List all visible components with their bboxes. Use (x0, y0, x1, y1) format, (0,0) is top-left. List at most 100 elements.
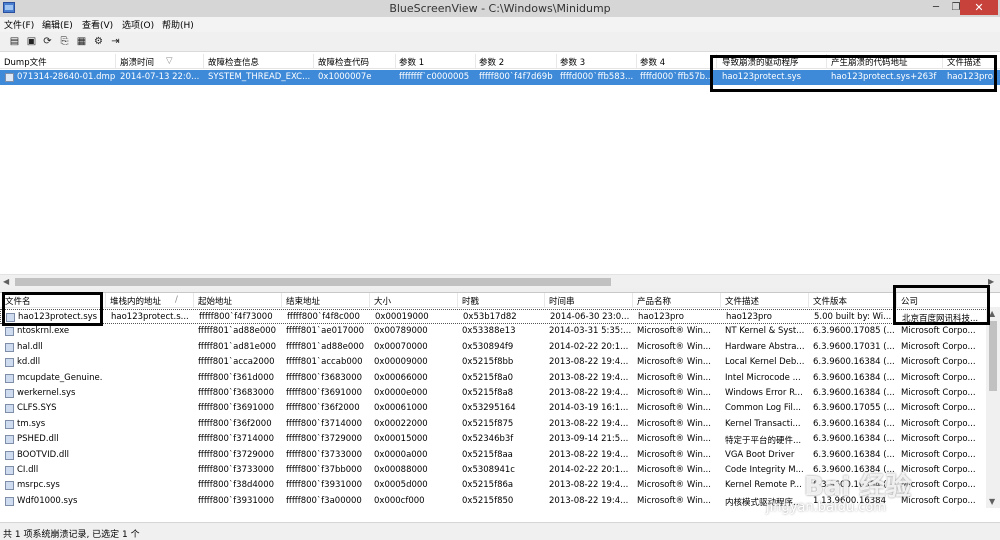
driver-filename: hao123protect.sys (18, 312, 98, 322)
time-stamp: 0x52346b3f (462, 434, 514, 445)
from-address: fffff801`ad81e000 (198, 341, 277, 352)
column-header-time-stamp[interactable]: 时戳 (462, 295, 546, 307)
driver-file-icon (6, 313, 15, 322)
table-row[interactable]: werkernel.sys fffff800`f3683000 fffff800`f… (0, 386, 1000, 401)
column-header-filename[interactable]: 文件名 (5, 295, 100, 307)
file-description: Intel Microcode ... (725, 372, 801, 383)
driver-filename: PSHED.dll (17, 434, 59, 445)
scrollbar-thumb[interactable] (989, 321, 997, 391)
crash-time: 2014-07-13 22:0... (120, 72, 200, 82)
column-header-bug-check-string[interactable]: 故障检查信息 (208, 56, 308, 68)
driver-filename: CLFS.SYS (17, 403, 57, 414)
menu-file[interactable]: 文件(F) (4, 18, 34, 31)
column-header-product-name[interactable]: 产品名称 (637, 295, 721, 307)
to-address: fffff800`f3733000 (286, 449, 363, 460)
table-row[interactable]: hal.dll fffff801`ad81e000 fffff801`ad88e00… (0, 340, 1000, 355)
company: Microsoft Corpo... (901, 434, 976, 445)
table-row[interactable]: tm.sys fffff800`f36f2000 fffff800`f3714000… (0, 417, 1000, 432)
table-row[interactable]: BOOTVID.dll fffff800`f3729000 fffff800`f37… (0, 448, 1000, 463)
column-header-parameter-1[interactable]: 参数 1 (399, 56, 474, 68)
parameter-4: ffffd000`ffb57b... (640, 72, 714, 82)
column-header-file-description[interactable]: 文件描述 (725, 295, 809, 307)
scroll-right-icon[interactable]: ▶ (988, 277, 994, 286)
file-description: VGA Boot Driver (725, 449, 795, 460)
column-header-to-address[interactable]: 结束地址 (286, 295, 370, 307)
menu-help[interactable]: 帮助(H) (162, 18, 194, 31)
column-header-address-in-stack[interactable]: 堆栈内的地址 (110, 295, 170, 307)
table-row[interactable]: PSHED.dll fffff800`f3714000 fffff800`f3729… (0, 432, 1000, 447)
table-row[interactable]: ntoskrnl.exe fffff801`ad88e000 fffff801`ae… (0, 324, 1000, 339)
time-stamp: 0x53388e13 (462, 326, 516, 337)
column-header-crash-time[interactable]: 崩溃时间 (120, 56, 164, 68)
menu-bar: 文件(F) 编辑(E) 查看(V) 选项(O) 帮助(H) (0, 17, 1000, 32)
file-version: 6.3.9600.16384 (... (813, 372, 895, 383)
to-address: fffff800`f4f8c000 (287, 312, 360, 322)
watermark: Bai 经验 jingyan.baidu.com (760, 466, 996, 526)
menu-options[interactable]: 选项(O) (122, 18, 154, 31)
driver-file-icon (5, 496, 14, 506)
file-version: 6.3.9600.16384 (... (813, 449, 895, 460)
time-string: 2013-08-22 19:4... (549, 372, 629, 383)
to-address: fffff800`f3683000 (286, 372, 363, 383)
table-row[interactable]: mcupdate_Genuine... fffff800`f361d000 ffff… (0, 371, 1000, 386)
parameter-1: ffffffff`c0000005 (399, 72, 470, 82)
time-string: 2013-08-22 19:4... (549, 388, 629, 398)
dump-file-name: 071314-28640-01.dmp (17, 72, 115, 82)
size: 0x00088000 (374, 465, 428, 475)
column-header-company[interactable]: 公司 (901, 295, 985, 307)
table-row[interactable]: CLFS.SYS fffff800`f3691000 fffff800`f36f20… (0, 401, 1000, 416)
scroll-up-icon[interactable]: ▲ (989, 309, 995, 318)
column-header-file-description[interactable]: 文件描述 (947, 56, 999, 68)
from-address: fffff800`f3733000 (198, 465, 275, 475)
company: Microsoft Corpo... (901, 449, 976, 460)
time-string: 2013-08-22 19:4... (549, 480, 629, 491)
dump-row[interactable]: 071314-28640-01.dmp 2014-07-13 22:0... S… (0, 70, 1000, 85)
file-description: NT Kernel & Syst... (725, 326, 805, 337)
scrollbar-thumb[interactable] (15, 278, 611, 286)
driver-file-icon (5, 481, 14, 491)
column-header-time-string[interactable]: 时间串 (549, 295, 633, 307)
table-row[interactable]: hao123protect.sys hao123protect.s... fffff… (0, 309, 1000, 324)
size: 0x0005d000 (374, 480, 428, 491)
address-in-stack (110, 342, 190, 354)
save-icon[interactable]: ▣ (25, 35, 38, 48)
time-string: 2013-08-22 19:4... (549, 357, 629, 368)
column-header-size[interactable]: 大小 (374, 295, 458, 307)
column-header-file-version[interactable]: 文件版本 (813, 295, 893, 307)
from-address: fffff801`acca2000 (198, 357, 275, 368)
from-address: fffff800`f38d4000 (198, 480, 275, 491)
scroll-left-icon[interactable]: ◀ (3, 277, 9, 286)
properties-icon[interactable]: ▤ (8, 35, 21, 48)
top-horizontal-scrollbar[interactable]: ◀ ▶ (0, 274, 1000, 288)
column-header-caused-by-address[interactable]: 产生崩溃的代码地址 (831, 56, 941, 68)
size: 0x0000a000 (374, 449, 428, 460)
time-stamp: 0x5215f8aa (462, 449, 513, 460)
column-header-bug-check-code[interactable]: 故障检查代码 (318, 56, 393, 68)
time-string: 2014-03-31 5:35:... (549, 326, 631, 337)
exit-icon[interactable]: ⇥ (109, 35, 122, 48)
refresh-icon[interactable]: ⟳ (41, 35, 54, 48)
menu-view[interactable]: 查看(V) (82, 18, 113, 31)
column-header-from-address[interactable]: 起始地址 (198, 295, 282, 307)
column-header-parameter-2[interactable]: 参数 2 (479, 56, 554, 68)
address-in-stack (110, 373, 190, 385)
html-report-icon[interactable]: ▦ (75, 35, 88, 48)
size: 0x00070000 (374, 341, 428, 352)
company: Microsoft Corpo... (901, 388, 976, 398)
time-string: 2014-02-22 20:1... (549, 465, 629, 475)
close-button[interactable]: ✕ (960, 0, 998, 15)
from-address: fffff800`f36f2000 (198, 418, 272, 429)
advanced-options-icon[interactable]: ⚙ (92, 35, 105, 48)
time-string: 2013-08-22 19:4... (549, 418, 629, 429)
file-description: hao123pro (947, 72, 993, 82)
table-row[interactable]: kd.dll fffff801`acca2000 fffff801`accab000… (0, 355, 1000, 370)
column-header-dump-file[interactable]: Dump文件 (4, 56, 114, 68)
column-header-parameter-4[interactable]: 参数 4 (640, 56, 710, 68)
column-header-caused-by-driver[interactable]: 导致崩溃的驱动程序 (722, 56, 826, 68)
from-address: fffff800`f3683000 (198, 388, 275, 398)
column-header-parameter-3[interactable]: 参数 3 (560, 56, 635, 68)
copy-icon[interactable]: ⎘ (58, 35, 71, 48)
sort-arrow-icon: ▽ (166, 56, 173, 66)
menu-edit[interactable]: 编辑(E) (42, 18, 73, 31)
minimize-button[interactable]: ─ (929, 0, 943, 15)
